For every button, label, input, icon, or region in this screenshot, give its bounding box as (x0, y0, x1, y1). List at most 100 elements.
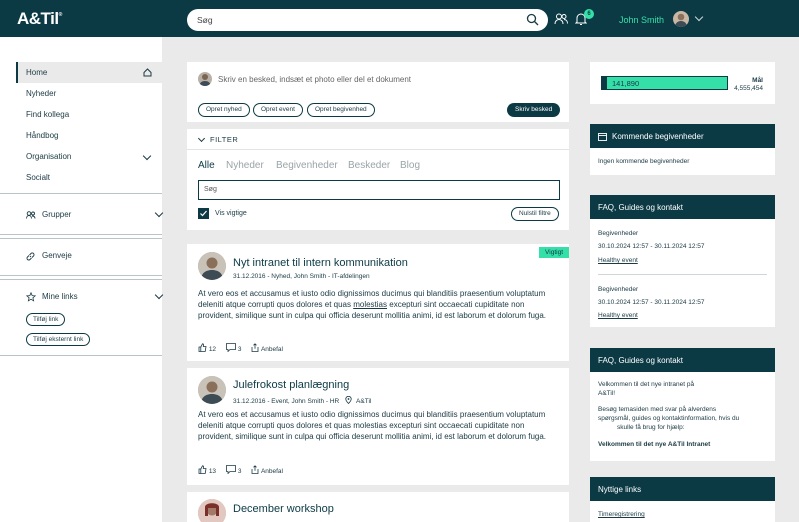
nav-item-handbog[interactable]: Håndbog (16, 125, 162, 146)
faq-widget: FAQ, Guides og kontakt Begivenheder 30.1… (590, 195, 775, 327)
recommend-button[interactable]: Anbefal (251, 343, 283, 353)
faq-text: Besøg temasiden med svar på alverdens (598, 406, 717, 413)
top-bar: A&Til® Søg 6 John Smith (0, 0, 799, 37)
divider (0, 279, 162, 280)
avatar (198, 376, 226, 404)
progress-bar: 141,890 (601, 76, 728, 90)
divider (0, 238, 162, 239)
post-actions: 13 3 Anbefal (198, 465, 283, 475)
create-happening-button[interactable]: Opret begivenhed (307, 103, 375, 117)
check-icon (200, 210, 207, 217)
avatar[interactable] (673, 11, 689, 27)
goal-value: 4,555,454 (734, 85, 763, 92)
event-label: Begivenheder (598, 230, 639, 237)
post-link[interactable]: molestias (353, 300, 387, 309)
widget-header: FAQ, Guides og kontakt (590, 348, 775, 372)
faq-widget: FAQ, Guides og kontakt Velkommen til det… (590, 348, 775, 461)
filter-label[interactable]: FILTER (210, 135, 238, 144)
event-date: 30.10.2024 12:57 - 30.11.2024 12:57 (598, 243, 705, 250)
tab-beskeder[interactable]: Beskeder (348, 160, 390, 171)
empty-events-text: Ingen kommende begivenheder (598, 158, 690, 165)
important-badge: Vigtigt (539, 247, 569, 258)
create-event-button[interactable]: Opret event (253, 103, 303, 117)
nav-section-groups[interactable]: Grupper (26, 208, 164, 221)
create-news-button[interactable]: Opret nyhed (198, 103, 250, 117)
comment-button[interactable]: 3 (226, 343, 241, 353)
tab-nyheder[interactable]: Nyheder (226, 160, 264, 171)
chevron-down-icon[interactable] (154, 208, 164, 218)
chevron-down-icon[interactable] (694, 12, 704, 22)
nav-item-nyheder[interactable]: Nyheder (16, 83, 162, 104)
avatar (198, 252, 226, 280)
composer-input[interactable]: Skriv en besked, indsæt et photo eller d… (218, 75, 411, 84)
divider (0, 355, 162, 356)
add-link-button[interactable]: Tilføj link (26, 313, 66, 326)
home-icon (143, 68, 152, 77)
goal-label: Mål (752, 77, 763, 84)
search-icon[interactable] (526, 13, 539, 26)
widget-header: Nyttige links (590, 477, 775, 501)
post-actions: 12 3 Anbefal (198, 343, 283, 353)
group-icon (26, 211, 36, 219)
avatar (198, 499, 226, 522)
event-link[interactable]: Healthy event (598, 257, 638, 264)
event-label: Begivenheder (598, 286, 639, 293)
nav-section-my-links[interactable]: Mine links (26, 290, 164, 303)
upcoming-events-widget: Kommende begivenheder Ingen kommende beg… (590, 124, 775, 175)
tab-alle[interactable]: Alle (198, 160, 215, 171)
link-item[interactable]: Timeregistrering (598, 511, 645, 518)
chevron-down-icon[interactable] (154, 290, 164, 300)
nav-item-find-kollega[interactable]: Find kollega (16, 104, 162, 125)
chevron-down-icon[interactable] (142, 151, 152, 161)
star-icon (26, 292, 36, 302)
post-title[interactable]: Julefrokost planlægning (233, 379, 349, 391)
progress-value: 141,890 (612, 79, 640, 88)
nav-section-shortcuts[interactable]: Genveje (26, 251, 162, 262)
faq-link[interactable]: Velkommen til det nye A&Til Intranet (598, 441, 710, 448)
tab-blog[interactable]: Blog (400, 160, 420, 171)
post-message-button[interactable]: Skriv besked (507, 103, 561, 117)
reset-filter-button[interactable]: Nulstil filtre (511, 207, 559, 221)
post-card: December workshop (187, 492, 569, 522)
chevron-down-icon[interactable] (197, 134, 206, 143)
post-meta: 31.12.2016 - Nyhed, John Smith - IT-afde… (233, 273, 370, 280)
composer-card: Skriv en besked, indsæt et photo eller d… (187, 62, 569, 122)
progress-widget: 141,890 Mål 4,555,454 (590, 62, 775, 104)
location-pin-icon (345, 395, 352, 405)
widget-header: FAQ, Guides og kontakt (590, 195, 775, 219)
faq-text: A&Til! (598, 390, 616, 397)
tab-begivenheder[interactable]: Begivenheder (276, 160, 338, 171)
search-input[interactable]: Søg (187, 9, 548, 31)
post-body: At vero eos et accusamus et iusto odio d… (198, 410, 547, 441)
nav-item-socialt[interactable]: Socialt (16, 167, 162, 188)
avatar (198, 72, 212, 86)
people-icon[interactable] (554, 13, 568, 25)
useful-links-widget: Nyttige links Timeregistrering (590, 477, 775, 522)
divider (0, 234, 162, 235)
like-button[interactable]: 12 (198, 343, 216, 353)
main-nav: Home Nyheder Find kollega Håndbog Organi… (16, 62, 162, 188)
important-checkbox-label: Vis vigtige (215, 210, 247, 217)
comment-icon (226, 343, 236, 353)
logo[interactable]: A&Til® (17, 9, 62, 29)
comment-button[interactable]: 3 (226, 465, 241, 475)
nav-item-organisation[interactable]: Organisation (16, 146, 162, 167)
post-title[interactable]: December workshop (233, 503, 334, 515)
share-icon (252, 343, 259, 352)
post-title[interactable]: Nyt intranet til intern kommunikation (233, 257, 408, 269)
nav-item-home[interactable]: Home (16, 62, 162, 83)
post-card: Vigtigt Nyt intranet til intern kommunik… (187, 244, 569, 361)
filter-card: FILTER Alle Nyheder Begivenheder Beskede… (187, 129, 569, 230)
filter-search-input[interactable]: Søg (198, 180, 560, 200)
faq-text: Velkommen til det nye intranet på (598, 381, 695, 388)
link-icon (26, 252, 35, 261)
important-checkbox[interactable] (198, 208, 209, 219)
add-external-link-button[interactable]: Tilføj eksternt link (26, 333, 91, 346)
thumbs-up-icon (198, 465, 207, 474)
like-button[interactable]: 13 (198, 465, 216, 475)
recommend-button[interactable]: Anbefal (251, 465, 283, 475)
divider (187, 149, 569, 150)
event-link[interactable]: Healthy event (598, 312, 638, 319)
thumbs-up-icon (198, 343, 207, 352)
user-name[interactable]: John Smith (619, 15, 664, 25)
